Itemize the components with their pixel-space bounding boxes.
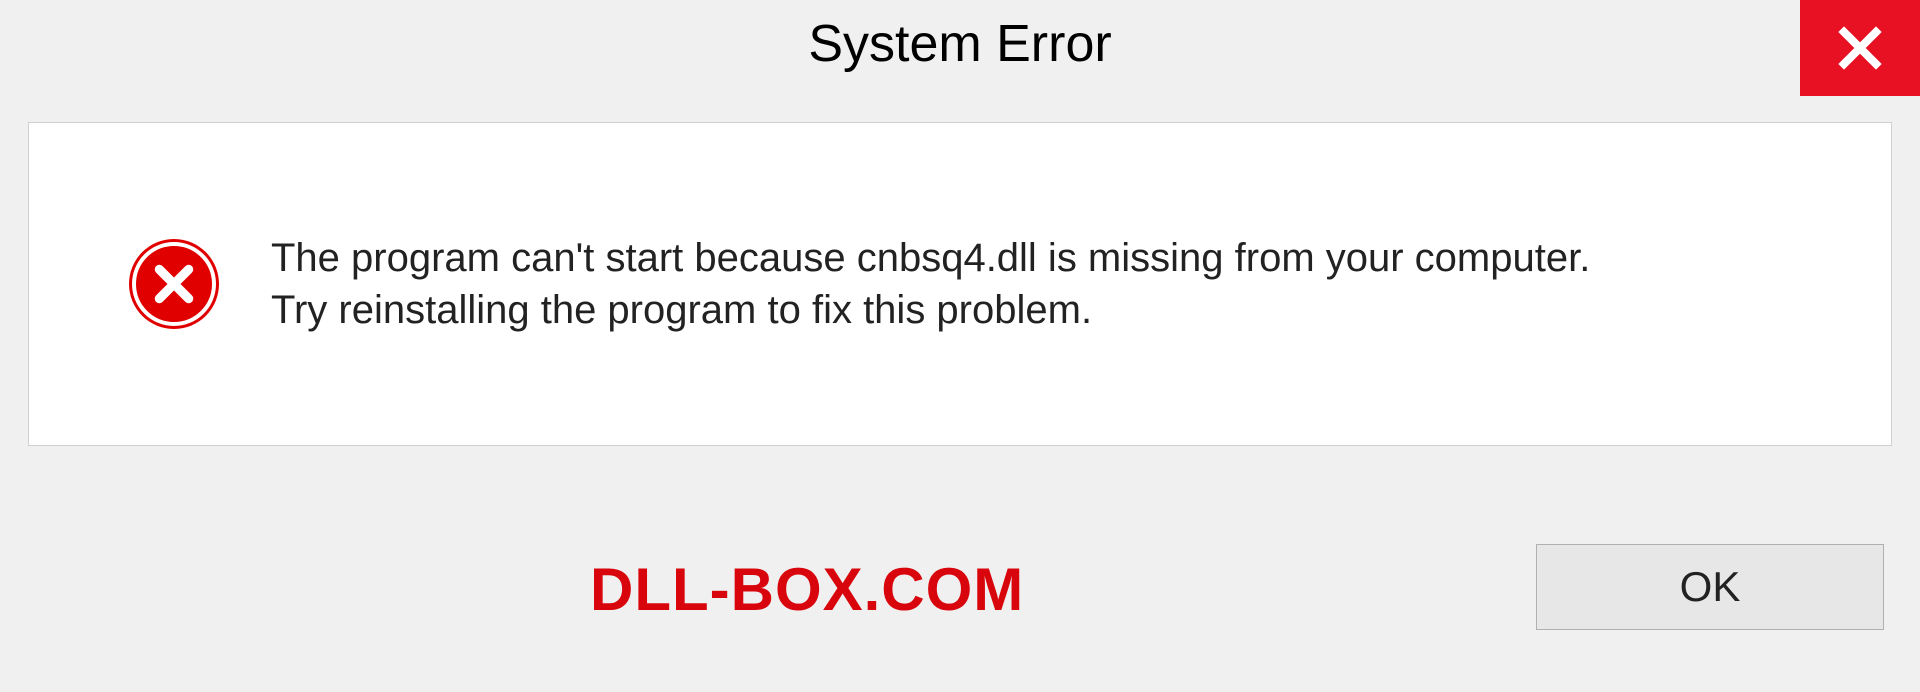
error-message-line1: The program can't start because cnbsq4.d… — [271, 232, 1590, 284]
content-panel: The program can't start because cnbsq4.d… — [28, 122, 1892, 446]
error-message-line2: Try reinstalling the program to fix this… — [271, 284, 1590, 336]
close-button[interactable] — [1800, 0, 1920, 96]
watermark-text: DLL-BOX.COM — [590, 555, 1024, 624]
error-icon — [129, 239, 219, 329]
close-icon — [1836, 24, 1884, 72]
error-message: The program can't start because cnbsq4.d… — [271, 232, 1590, 336]
titlebar: System Error — [0, 0, 1920, 100]
ok-button-label: OK — [1680, 563, 1741, 611]
ok-button[interactable]: OK — [1536, 544, 1884, 630]
system-error-dialog: System Error The program can't start bec… — [0, 0, 1920, 692]
dialog-title: System Error — [808, 14, 1111, 74]
